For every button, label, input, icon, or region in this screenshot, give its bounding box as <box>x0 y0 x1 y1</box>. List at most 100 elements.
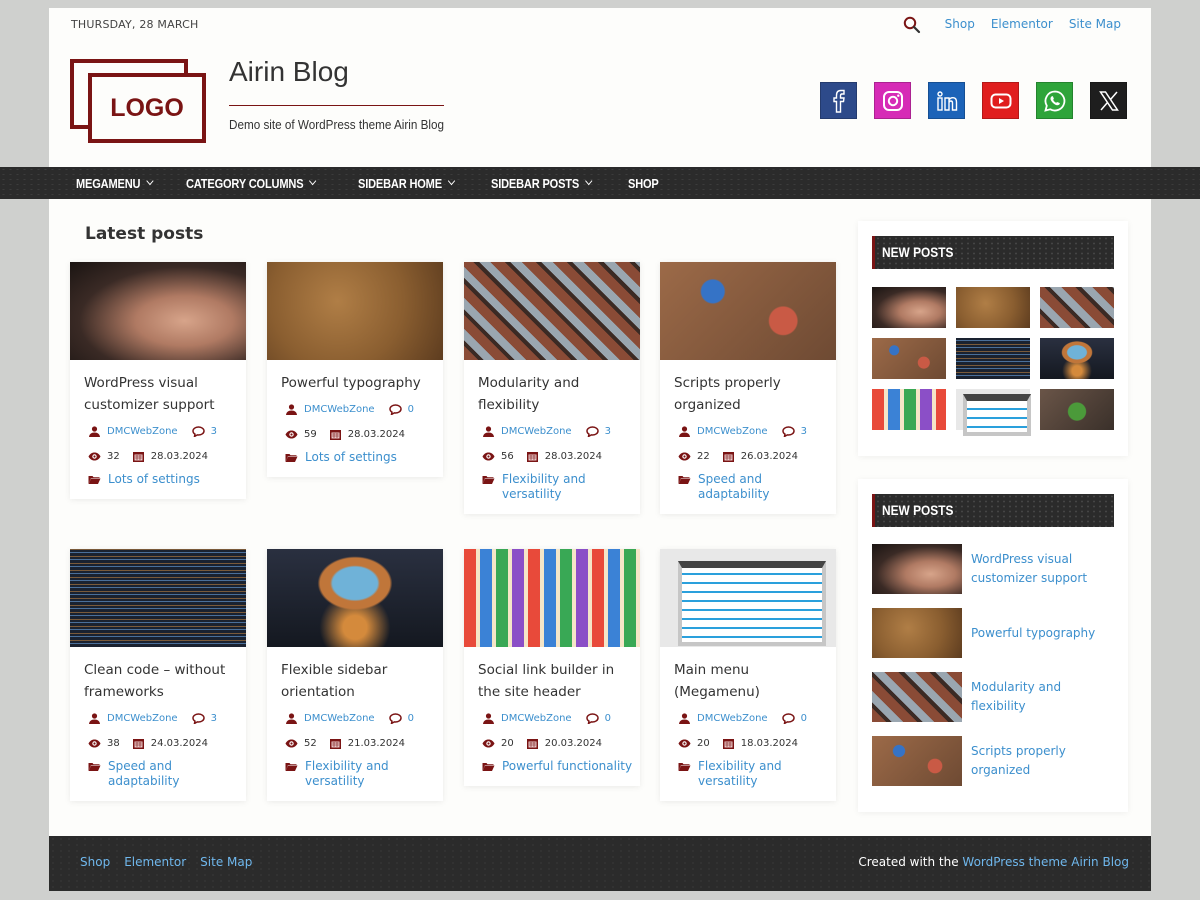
comment-count[interactable]: 0 <box>801 713 807 724</box>
post-thumbnail[interactable] <box>1040 287 1114 328</box>
post-thumbnail[interactable] <box>660 262 836 360</box>
nav-item-sidebar-home[interactable]: SIDEBAR HOME <box>357 175 455 191</box>
category-link[interactable]: Flexibility and versatility <box>502 472 640 502</box>
post-category: Speed and adaptability <box>88 759 246 801</box>
post-title[interactable]: Social link builder in the site header <box>478 659 626 703</box>
footer-link-site-map[interactable]: Site Map <box>200 855 252 869</box>
post-title[interactable]: Modularity and flexibility <box>478 372 626 416</box>
post-title[interactable]: Scripts properly organized <box>674 372 822 416</box>
post-title[interactable]: Flexible sidebar orientation <box>281 659 429 703</box>
top-link-site-map[interactable]: Site Map <box>1069 17 1121 31</box>
folder-icon <box>285 452 298 463</box>
theme-link[interactable]: WordPress theme Airin Blog <box>962 855 1129 869</box>
post-author[interactable]: DMCWebZone <box>697 426 768 437</box>
instagram-link[interactable] <box>874 82 911 119</box>
category-link[interactable]: Lots of settings <box>108 472 200 487</box>
post-thumbnail[interactable] <box>956 338 1030 379</box>
comment-count[interactable]: 3 <box>211 713 217 724</box>
comment-count[interactable]: 3 <box>211 426 217 437</box>
post-thumbnail[interactable] <box>70 549 246 647</box>
comment-count[interactable]: 0 <box>605 713 611 724</box>
author-icon <box>678 713 691 724</box>
post-thumbnail[interactable] <box>872 389 946 430</box>
post-thumbnail[interactable] <box>872 338 946 379</box>
post-category: Lots of settings <box>88 472 246 499</box>
post-title[interactable]: Powerful typography <box>281 372 429 394</box>
post-thumbnail[interactable] <box>267 262 443 360</box>
category-link[interactable]: Flexibility and versatility <box>305 759 443 789</box>
nav-item-sidebar-posts[interactable]: SIDEBAR POSTS <box>491 176 592 191</box>
social-links <box>820 82 1127 119</box>
comment-count[interactable]: 0 <box>408 404 414 415</box>
facebook-link[interactable] <box>820 82 857 119</box>
post-title[interactable]: WordPress visual customizer support <box>84 372 232 416</box>
post-author[interactable]: DMCWebZone <box>304 713 375 724</box>
calendar-icon <box>132 451 145 462</box>
post-title[interactable]: Main menu (Megamenu) <box>674 659 822 703</box>
post-meta: DMCWebZone 3 56 28.03.2024 <box>482 424 640 464</box>
post-thumbnail[interactable] <box>872 736 962 786</box>
post-link[interactable]: Scripts properly organized <box>971 742 1114 780</box>
post-card: Social link builder in the site header DM… <box>464 549 640 786</box>
category-link[interactable]: Speed and adaptability <box>108 759 246 789</box>
post-category: Lots of settings <box>285 450 443 477</box>
post-link[interactable]: WordPress visual customizer support <box>971 550 1114 588</box>
folder-icon <box>88 474 101 485</box>
post-thumbnail[interactable] <box>872 287 946 328</box>
post-thumbnail[interactable] <box>956 389 1031 437</box>
category-link[interactable]: Speed and adaptability <box>698 472 836 502</box>
post-thumbnail[interactable] <box>956 287 1030 328</box>
post-author[interactable]: DMCWebZone <box>501 426 572 437</box>
comment-count[interactable]: 3 <box>605 426 611 437</box>
category-link[interactable]: Powerful functionality <box>502 759 632 774</box>
footer-link-elementor[interactable]: Elementor <box>124 855 186 869</box>
search-icon[interactable] <box>903 16 921 34</box>
category-link[interactable]: Flexibility and versatility <box>698 759 836 789</box>
site-title[interactable]: Airin Blog <box>229 56 349 88</box>
post-thumbnail[interactable] <box>660 549 836 647</box>
post-thumbnail[interactable] <box>872 544 962 594</box>
nav-item-category-columns[interactable]: CATEGORY COLUMNS <box>186 176 317 191</box>
site-logo[interactable]: LOGO <box>70 59 206 143</box>
nav-item-megamenu[interactable]: MEGAMENU <box>76 175 154 191</box>
linkedin-link[interactable] <box>928 82 965 119</box>
post-link[interactable]: Modularity and flexibility <box>971 678 1114 716</box>
widget-title-text: NEW POSTS <box>882 502 954 518</box>
top-link-elementor[interactable]: Elementor <box>991 17 1053 31</box>
youtube-link[interactable] <box>982 82 1019 119</box>
x-link[interactable] <box>1090 82 1127 119</box>
comment-count[interactable]: 3 <box>801 426 807 437</box>
post-title[interactable]: Clean code – without frameworks <box>84 659 232 703</box>
post-thumbnail[interactable] <box>464 262 640 360</box>
category-link[interactable]: Lots of settings <box>305 450 397 465</box>
nav-label: SIDEBAR HOME <box>357 175 442 191</box>
post-author[interactable]: DMCWebZone <box>697 713 768 724</box>
post-author[interactable]: DMCWebZone <box>501 713 572 724</box>
post-link[interactable]: Powerful typography <box>971 624 1095 643</box>
post-thumbnail[interactable] <box>1040 389 1114 430</box>
post-date: 28.03.2024 <box>544 451 602 462</box>
comment-count[interactable]: 0 <box>408 713 414 724</box>
list-item: WordPress visual customizer support <box>872 544 1114 594</box>
post-thumbnail[interactable] <box>464 549 640 647</box>
post-author[interactable]: DMCWebZone <box>107 426 178 437</box>
post-thumbnail[interactable] <box>872 608 962 658</box>
footer-links: Shop Elementor Site Map <box>80 855 252 869</box>
widget-title: NEW POSTS <box>872 236 1114 269</box>
post-thumbnail[interactable] <box>1040 338 1114 379</box>
nav-item-shop[interactable]: SHOP <box>628 176 659 191</box>
widget-new-posts-grid: NEW POSTS <box>858 221 1128 456</box>
nav-label: MEGAMENU <box>76 175 141 191</box>
post-thumbnail[interactable] <box>872 672 962 722</box>
post-thumbnail[interactable] <box>267 549 443 647</box>
footer-link-shop[interactable]: Shop <box>80 855 110 869</box>
eye-icon <box>88 738 101 749</box>
top-link-shop[interactable]: Shop <box>945 17 975 31</box>
post-thumbnail[interactable] <box>70 262 246 360</box>
comment-icon <box>585 426 599 438</box>
post-author[interactable]: DMCWebZone <box>107 713 178 724</box>
post-date: 20.03.2024 <box>544 738 602 749</box>
author-icon <box>678 426 691 437</box>
whatsapp-link[interactable] <box>1036 82 1073 119</box>
post-author[interactable]: DMCWebZone <box>304 404 375 415</box>
